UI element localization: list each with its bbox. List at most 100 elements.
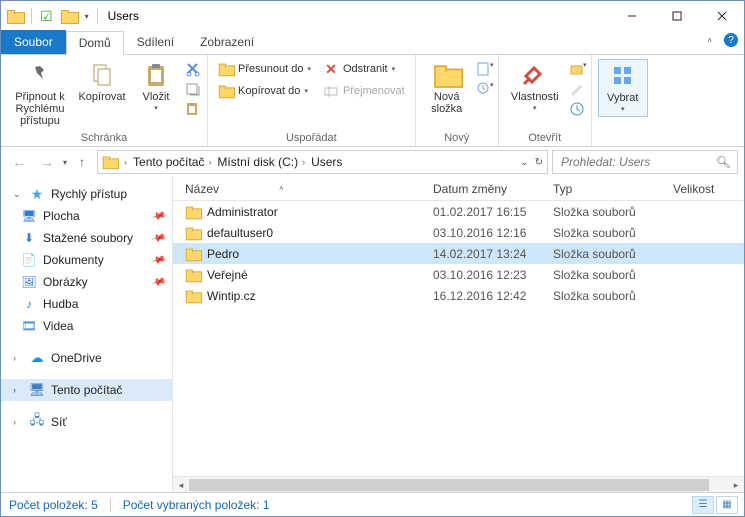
copy-button[interactable]: Kopírovat bbox=[77, 59, 127, 103]
tree-documents[interactable]: 📄Dokumenty📌 bbox=[1, 249, 172, 271]
history-icon[interactable] bbox=[569, 101, 585, 117]
table-row[interactable]: Administrator01.02.2017 16:15Složka soub… bbox=[173, 201, 744, 222]
chevron-right-icon[interactable]: › bbox=[300, 157, 307, 167]
scroll-left-icon[interactable]: ◂ bbox=[173, 477, 189, 493]
column-size[interactable]: Velikost bbox=[673, 182, 744, 196]
chevron-right-icon[interactable]: › bbox=[206, 157, 213, 167]
cloud-icon: ☁ bbox=[29, 350, 45, 366]
qat-newfolder-icon[interactable] bbox=[61, 10, 77, 22]
file-date: 01.02.2017 16:15 bbox=[433, 205, 553, 219]
table-row[interactable]: Pedro14.02.2017 13:24Složka souborů bbox=[173, 243, 744, 264]
breadcrumb-item[interactable]: Tento počítač› bbox=[133, 155, 213, 169]
edit-icon[interactable] bbox=[569, 81, 585, 97]
tree-downloads[interactable]: ⬇Stažené soubory📌 bbox=[1, 227, 172, 249]
scroll-thumb[interactable] bbox=[189, 479, 709, 491]
minimize-ribbon-icon[interactable]: ˄ bbox=[707, 36, 718, 45]
tree-pictures[interactable]: 🖼Obrázky📌 bbox=[1, 271, 172, 293]
copy-path-icon[interactable] bbox=[185, 81, 201, 97]
cut-icon[interactable] bbox=[185, 61, 201, 77]
paste-icon bbox=[141, 61, 171, 89]
moveto-icon bbox=[218, 61, 234, 77]
svg-text:▾: ▾ bbox=[490, 62, 494, 69]
table-row[interactable]: Wintip.cz16.12.2016 12:42Složka souborů bbox=[173, 285, 744, 306]
select-button[interactable]: Vybrat ▾ bbox=[598, 59, 648, 117]
delete-button[interactable]: ✕ Odstranit ▾ bbox=[319, 59, 409, 79]
svg-text:▾: ▾ bbox=[583, 62, 587, 69]
breadcrumb-item[interactable]: Místní disk (C:)› bbox=[217, 155, 307, 169]
paste-shortcut-icon[interactable] bbox=[185, 101, 201, 117]
details-view-button[interactable]: ☰ bbox=[692, 496, 714, 514]
column-name[interactable]: Název˄ bbox=[173, 182, 433, 196]
recent-locations-dropdown[interactable]: ▾ bbox=[63, 158, 67, 167]
column-headers[interactable]: Název˄ Datum změny Typ Velikost bbox=[173, 177, 744, 201]
table-row[interactable]: defaultuser003.10.2016 12:16Složka soubo… bbox=[173, 222, 744, 243]
pin-icon: 📌 bbox=[150, 252, 166, 268]
tree-videos[interactable]: 🎞Videa bbox=[1, 315, 172, 337]
properties-icon bbox=[520, 61, 550, 89]
chevron-down-icon: ▾ bbox=[392, 65, 396, 73]
paste-button[interactable]: Vložit ▾ bbox=[131, 59, 181, 113]
file-name: Veřejné bbox=[207, 268, 248, 282]
tree-quick-access[interactable]: ⌄★Rychlý přístup bbox=[1, 183, 172, 205]
move-to-button[interactable]: Přesunout do ▾ bbox=[214, 59, 315, 79]
close-button[interactable] bbox=[699, 1, 744, 31]
ribbon-group-clipboard: Připnout k Rychlému přístupu Kopírovat V… bbox=[1, 55, 208, 146]
refresh-icon[interactable]: ↻ bbox=[535, 157, 543, 168]
network-icon: 🖧 bbox=[29, 414, 45, 430]
search-input[interactable] bbox=[559, 154, 731, 170]
properties-button[interactable]: Vlastnosti ▾ bbox=[505, 59, 565, 113]
forward-button[interactable]: → bbox=[35, 150, 59, 174]
ribbon-group-select: Vybrat ▾ bbox=[592, 55, 654, 146]
column-date[interactable]: Datum změny bbox=[433, 182, 553, 196]
table-row[interactable]: Veřejné03.10.2016 12:23Složka souborů bbox=[173, 264, 744, 285]
ribbon: Připnout k Rychlému přístupu Kopírovat V… bbox=[1, 55, 744, 147]
back-button[interactable]: ← bbox=[7, 150, 31, 174]
tab-view[interactable]: Zobrazení bbox=[187, 30, 267, 54]
selected-count-label: Počet vybraných položek: bbox=[123, 498, 260, 512]
qat-customize-dropdown[interactable]: ▾ bbox=[85, 12, 89, 21]
tree-onedrive[interactable]: ›☁OneDrive bbox=[1, 347, 172, 369]
qat-properties-icon[interactable]: ☑ bbox=[40, 8, 53, 25]
address-dropdown-icon[interactable]: ⌄ bbox=[520, 157, 528, 168]
column-type[interactable]: Typ bbox=[553, 182, 673, 196]
chevron-right-icon[interactable]: › bbox=[122, 157, 129, 167]
large-icons-view-button[interactable]: ▦ bbox=[716, 496, 738, 514]
titlebar: ☑ ▾ Users bbox=[1, 1, 744, 31]
tree-network[interactable]: ›🖧Síť bbox=[1, 411, 172, 433]
open-icon[interactable]: ▾ bbox=[569, 61, 585, 77]
search-icon[interactable]: 🔍︎ bbox=[716, 155, 731, 169]
new-item-icon[interactable]: ▾ bbox=[476, 61, 492, 77]
maximize-button[interactable] bbox=[654, 1, 699, 31]
tab-file[interactable]: Soubor bbox=[1, 30, 66, 54]
tree-this-pc[interactable]: ›🖥Tento počítač bbox=[1, 379, 172, 401]
separator bbox=[110, 498, 111, 512]
videos-icon: 🎞 bbox=[21, 318, 37, 334]
breadcrumb[interactable]: › Tento počítač› Místní disk (C:)› Users… bbox=[97, 150, 548, 174]
search-box[interactable]: 🔍︎ bbox=[552, 150, 738, 174]
tab-share[interactable]: Sdílení bbox=[124, 30, 187, 54]
ribbon-group-open: Vlastnosti ▾ ▾ Otevřít bbox=[499, 55, 592, 146]
rename-icon bbox=[323, 83, 339, 99]
content-area: ⌄★Rychlý přístup 🖥Plocha📌 ⬇Stažené soubo… bbox=[1, 177, 744, 492]
new-folder-button[interactable]: Nová složka bbox=[422, 59, 472, 115]
rename-button[interactable]: Přejmenovat bbox=[319, 81, 409, 101]
copy-to-button[interactable]: Kopírovat do ▾ bbox=[214, 81, 315, 101]
pin-icon: 📌 bbox=[150, 208, 166, 224]
star-icon: ★ bbox=[29, 186, 45, 202]
app-icon bbox=[7, 10, 23, 22]
tree-music[interactable]: ♪Hudba bbox=[1, 293, 172, 315]
pin-to-quick-access-button[interactable]: Připnout k Rychlému přístupu bbox=[7, 59, 73, 127]
tab-home[interactable]: Domů bbox=[66, 31, 124, 55]
chevron-down-icon: ▾ bbox=[154, 105, 158, 113]
tree-desktop[interactable]: 🖥Plocha📌 bbox=[1, 205, 172, 227]
breadcrumb-item[interactable]: Users bbox=[311, 155, 342, 169]
quick-access-toolbar: ☑ ▾ bbox=[1, 8, 104, 25]
navigation-pane[interactable]: ⌄★Rychlý přístup 🖥Plocha📌 ⬇Stažené soubo… bbox=[1, 177, 173, 492]
scroll-right-icon[interactable]: ▸ bbox=[728, 477, 744, 493]
horizontal-scrollbar[interactable]: ◂ ▸ bbox=[173, 476, 744, 492]
easy-access-icon[interactable]: ▾ bbox=[476, 81, 492, 97]
help-icon[interactable]: ? bbox=[724, 33, 738, 47]
up-button[interactable]: ↑ bbox=[71, 151, 93, 173]
documents-icon: 📄 bbox=[21, 252, 37, 268]
minimize-button[interactable] bbox=[609, 1, 654, 31]
